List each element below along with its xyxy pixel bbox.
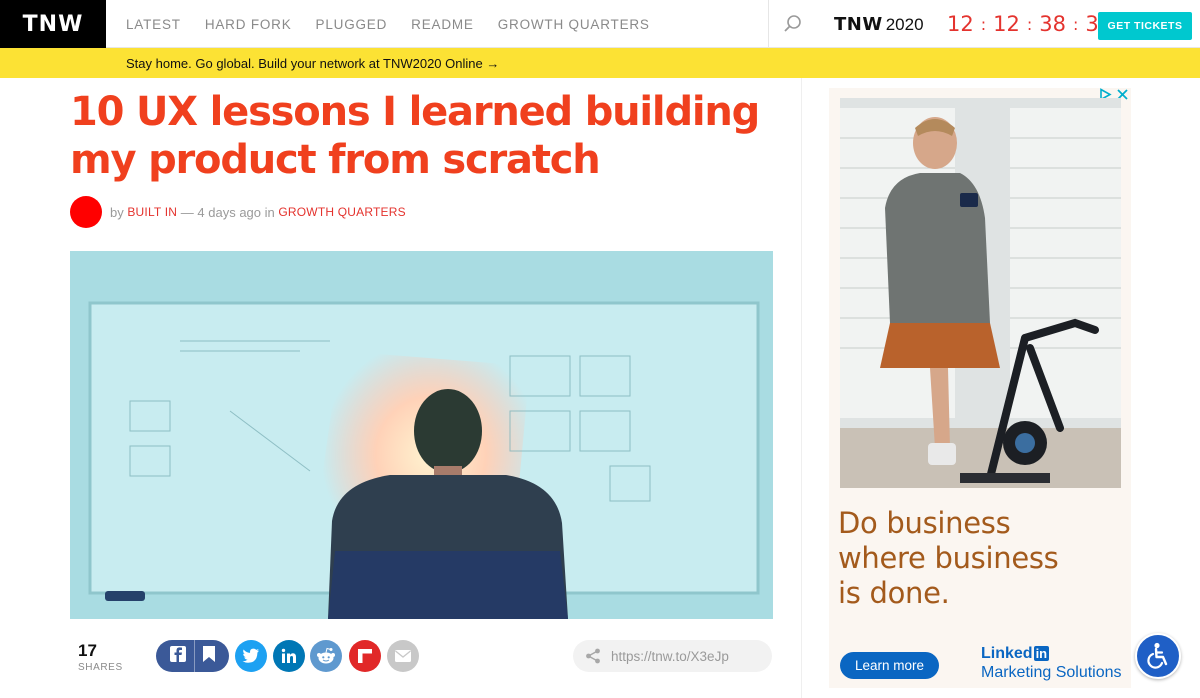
flipboard-icon <box>358 649 372 663</box>
facebook-pocket-group <box>156 640 229 672</box>
short-link-text: https://tnw.to/X3eJp <box>611 648 729 664</box>
promo-banner[interactable]: Stay home. Go global. Build your network… <box>0 48 1200 78</box>
reddit-button[interactable] <box>310 640 342 672</box>
nav-item-readme[interactable]: README <box>411 17 474 32</box>
category-link[interactable]: GROWTH QUARTERS <box>278 205 405 220</box>
event-brand: TNW <box>834 14 883 35</box>
facebook-button[interactable] <box>169 645 187 668</box>
wheelchair-icon <box>1147 642 1168 669</box>
search-button[interactable] <box>780 12 806 36</box>
ad-headline-line: Do business <box>838 506 1011 540</box>
exercise-bike-photo <box>840 98 1121 488</box>
event-logo[interactable]: TNW 2020 <box>834 14 924 35</box>
ad-photo <box>840 98 1121 488</box>
twitter-icon <box>242 648 259 663</box>
reddit-icon <box>317 647 335 664</box>
pocket-button[interactable] <box>202 645 216 668</box>
divider <box>194 640 195 672</box>
brand-subtitle: Marketing Solutions <box>981 664 1122 681</box>
countdown-separator: : <box>1026 14 1033 34</box>
facebook-icon <box>170 645 186 662</box>
linkedin-icon <box>281 648 296 663</box>
countdown-separator: : <box>1072 14 1079 34</box>
countdown-separator: : <box>980 14 987 34</box>
ad-headline-line: is done. <box>838 576 950 610</box>
email-icon <box>395 650 411 662</box>
countdown-timer: 12 : 12 : 38 : 33 <box>947 12 1112 36</box>
email-button[interactable] <box>387 640 419 672</box>
countdown-minutes: 38 <box>1039 12 1066 36</box>
linkedin-marketing-logo: Linked in Marketing Solutions <box>981 644 1122 682</box>
brand-linked: Linked <box>981 645 1033 662</box>
bookmark-icon <box>203 645 215 662</box>
search-icon <box>784 15 801 32</box>
nav-item-latest[interactable]: LATEST <box>126 17 181 32</box>
article-byline: by BUILT IN — 4 days ago in GROWTH QUART… <box>110 205 406 220</box>
byline-meta: — 4 days ago in <box>177 205 279 220</box>
share-label: SHARES <box>78 662 123 673</box>
author-link[interactable]: BUILT IN <box>127 205 177 220</box>
twitter-button[interactable] <box>235 640 267 672</box>
get-tickets-button[interactable]: GET TICKETS <box>1098 12 1192 40</box>
nav-item-growth-quarters[interactable]: GROWTH QUARTERS <box>498 17 650 32</box>
hero-image <box>70 251 773 619</box>
share-count: 17 <box>78 641 97 660</box>
ad-headline: Do business where business is done. <box>838 506 1118 611</box>
article-title: 10 UX lessons I learned building my prod… <box>70 89 760 183</box>
byline-by: by <box>110 205 128 220</box>
divider <box>768 0 769 48</box>
event-year: 2020 <box>885 15 924 34</box>
author-avatar[interactable] <box>70 196 102 228</box>
linkedin-button[interactable] <box>273 640 305 672</box>
learn-more-button[interactable]: Learn more <box>840 652 939 679</box>
countdown-hours: 12 <box>993 12 1020 36</box>
whiteboard-photo <box>70 251 773 619</box>
top-navigation-bar: TNW LATEST HARD FORK PLUGGED README GROW… <box>0 0 1200 48</box>
nav-item-hard-fork[interactable]: HARD FORK <box>205 17 292 32</box>
linkedin-in-badge: in <box>1033 646 1050 661</box>
accessibility-button[interactable] <box>1135 633 1181 679</box>
short-link-field[interactable]: https://tnw.to/X3eJp <box>573 640 772 672</box>
countdown-days: 12 <box>947 12 974 36</box>
ad-headline-line: where business <box>838 541 1059 575</box>
share-icon <box>586 648 600 664</box>
promo-banner-text: Stay home. Go global. Build your network… <box>126 55 500 71</box>
sidebar-divider <box>801 78 802 698</box>
flipboard-button[interactable] <box>349 640 381 672</box>
site-logo[interactable]: TNW <box>0 0 106 48</box>
nav-item-plugged[interactable]: PLUGGED <box>316 17 388 32</box>
main-nav: LATEST HARD FORK PLUGGED README GROWTH Q… <box>126 0 674 48</box>
